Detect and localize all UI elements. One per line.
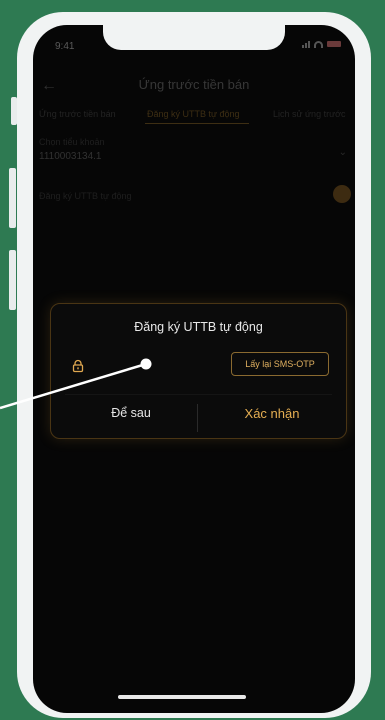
chevron-down-icon[interactable]: ⌄ — [339, 147, 347, 158]
button-divider — [197, 404, 198, 432]
phone-screen: 9:41 ← Ứng trước tiền bán Ứng trước tiền… — [33, 25, 355, 713]
volume-down-button — [9, 250, 16, 310]
tab-advance[interactable]: Ứng trước tiền bán — [39, 109, 116, 119]
lock-icon — [72, 359, 84, 373]
tab-bar: Ứng trước tiền bán Đăng ký UTTB tự động … — [33, 109, 355, 125]
later-button[interactable]: Để sau — [71, 406, 191, 420]
volume-up-button — [9, 168, 16, 228]
tab-auto-register[interactable]: Đăng ký UTTB tự động — [147, 109, 240, 119]
battery-icon — [327, 41, 341, 47]
notch — [103, 25, 285, 50]
dialog-divider — [65, 394, 332, 395]
tab-history[interactable]: Lịch sử ứng trước — [273, 109, 346, 119]
auto-register-label: Đăng ký UTTB tự động — [39, 191, 132, 201]
dialog-title: Đăng ký UTTB tự động — [134, 320, 263, 334]
account-label: Chọn tiểu khoản — [39, 137, 105, 147]
auto-register-toggle[interactable] — [333, 185, 351, 203]
resend-otp-button[interactable]: Lấy lại SMS-OTP — [231, 352, 329, 376]
page-title: Ứng trước tiền bán — [138, 77, 250, 92]
confirm-button[interactable]: Xác nhận — [207, 406, 337, 421]
signal-icon — [302, 40, 310, 48]
otp-dialog: Đăng ký UTTB tự động Lấy lại SMS-OTP Để … — [50, 303, 347, 439]
home-indicator — [118, 695, 246, 699]
account-select[interactable]: 1110003134.1 — [39, 151, 101, 162]
status-icons — [302, 40, 341, 48]
active-tab-indicator — [145, 123, 249, 124]
status-time: 9:41 — [55, 41, 75, 52]
wifi-icon — [314, 40, 323, 48]
